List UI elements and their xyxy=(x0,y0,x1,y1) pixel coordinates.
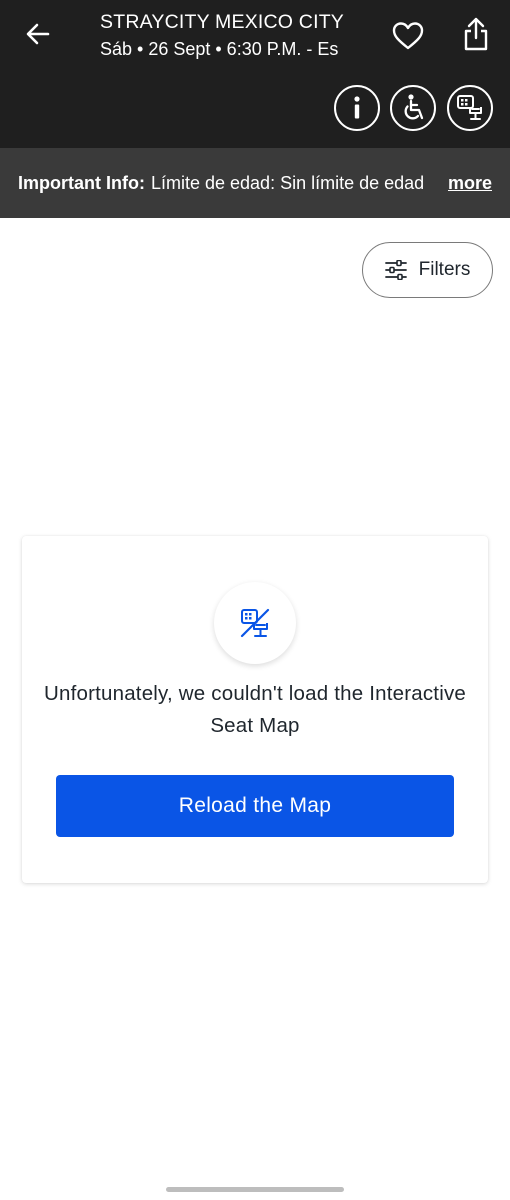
seat-map-error-message: Unfortunately, we couldn't load the Inte… xyxy=(43,682,467,737)
seat-map-icon xyxy=(457,95,482,120)
reload-map-button[interactable]: Reload the Map xyxy=(56,775,454,837)
important-info-label: Important Info: xyxy=(18,172,145,193)
important-info-bar[interactable]: Important Info: Límite de edad: Sin lími… xyxy=(0,148,510,218)
important-info-text: Límite de edad: Sin límite de edad xyxy=(150,172,425,193)
more-link[interactable]: more xyxy=(448,173,492,194)
top-bar: STRAYCITY MEXICO CITY Sáb • 26 Sept • 6:… xyxy=(0,0,510,148)
heart-outline-icon xyxy=(392,22,424,50)
share-icon xyxy=(464,17,488,51)
seat-map-error-icon-circle xyxy=(214,582,296,664)
reload-map-label: Reload the Map xyxy=(178,794,332,817)
seat-map-error-card: Unfortunately, we couldn't load the Inte… xyxy=(22,536,488,883)
accessibility-icon xyxy=(404,94,424,120)
event-title: STRAYCITY MEXICO CITY xyxy=(100,11,345,33)
sliders-icon xyxy=(384,260,407,280)
info-icon xyxy=(354,96,360,119)
home-indicator xyxy=(166,1187,344,1192)
event-title-block: STRAYCITY MEXICO CITY Sáb • 26 Sept • 6:… xyxy=(100,10,362,66)
filters-label: Filters xyxy=(418,259,471,280)
filters-button[interactable]: Filters xyxy=(362,242,493,298)
back-button[interactable] xyxy=(18,14,58,54)
arrow-left-icon xyxy=(26,23,50,45)
share-button[interactable] xyxy=(456,12,496,56)
seat-map-button[interactable] xyxy=(447,85,493,131)
event-subtitle: Sáb • 26 Sept • 6:30 P.M. - Es xyxy=(100,39,339,59)
event-info-button[interactable] xyxy=(334,85,380,131)
accessibility-button[interactable] xyxy=(390,85,436,131)
favorite-button[interactable] xyxy=(388,16,428,56)
seat-map-unavailable-icon xyxy=(240,608,270,638)
